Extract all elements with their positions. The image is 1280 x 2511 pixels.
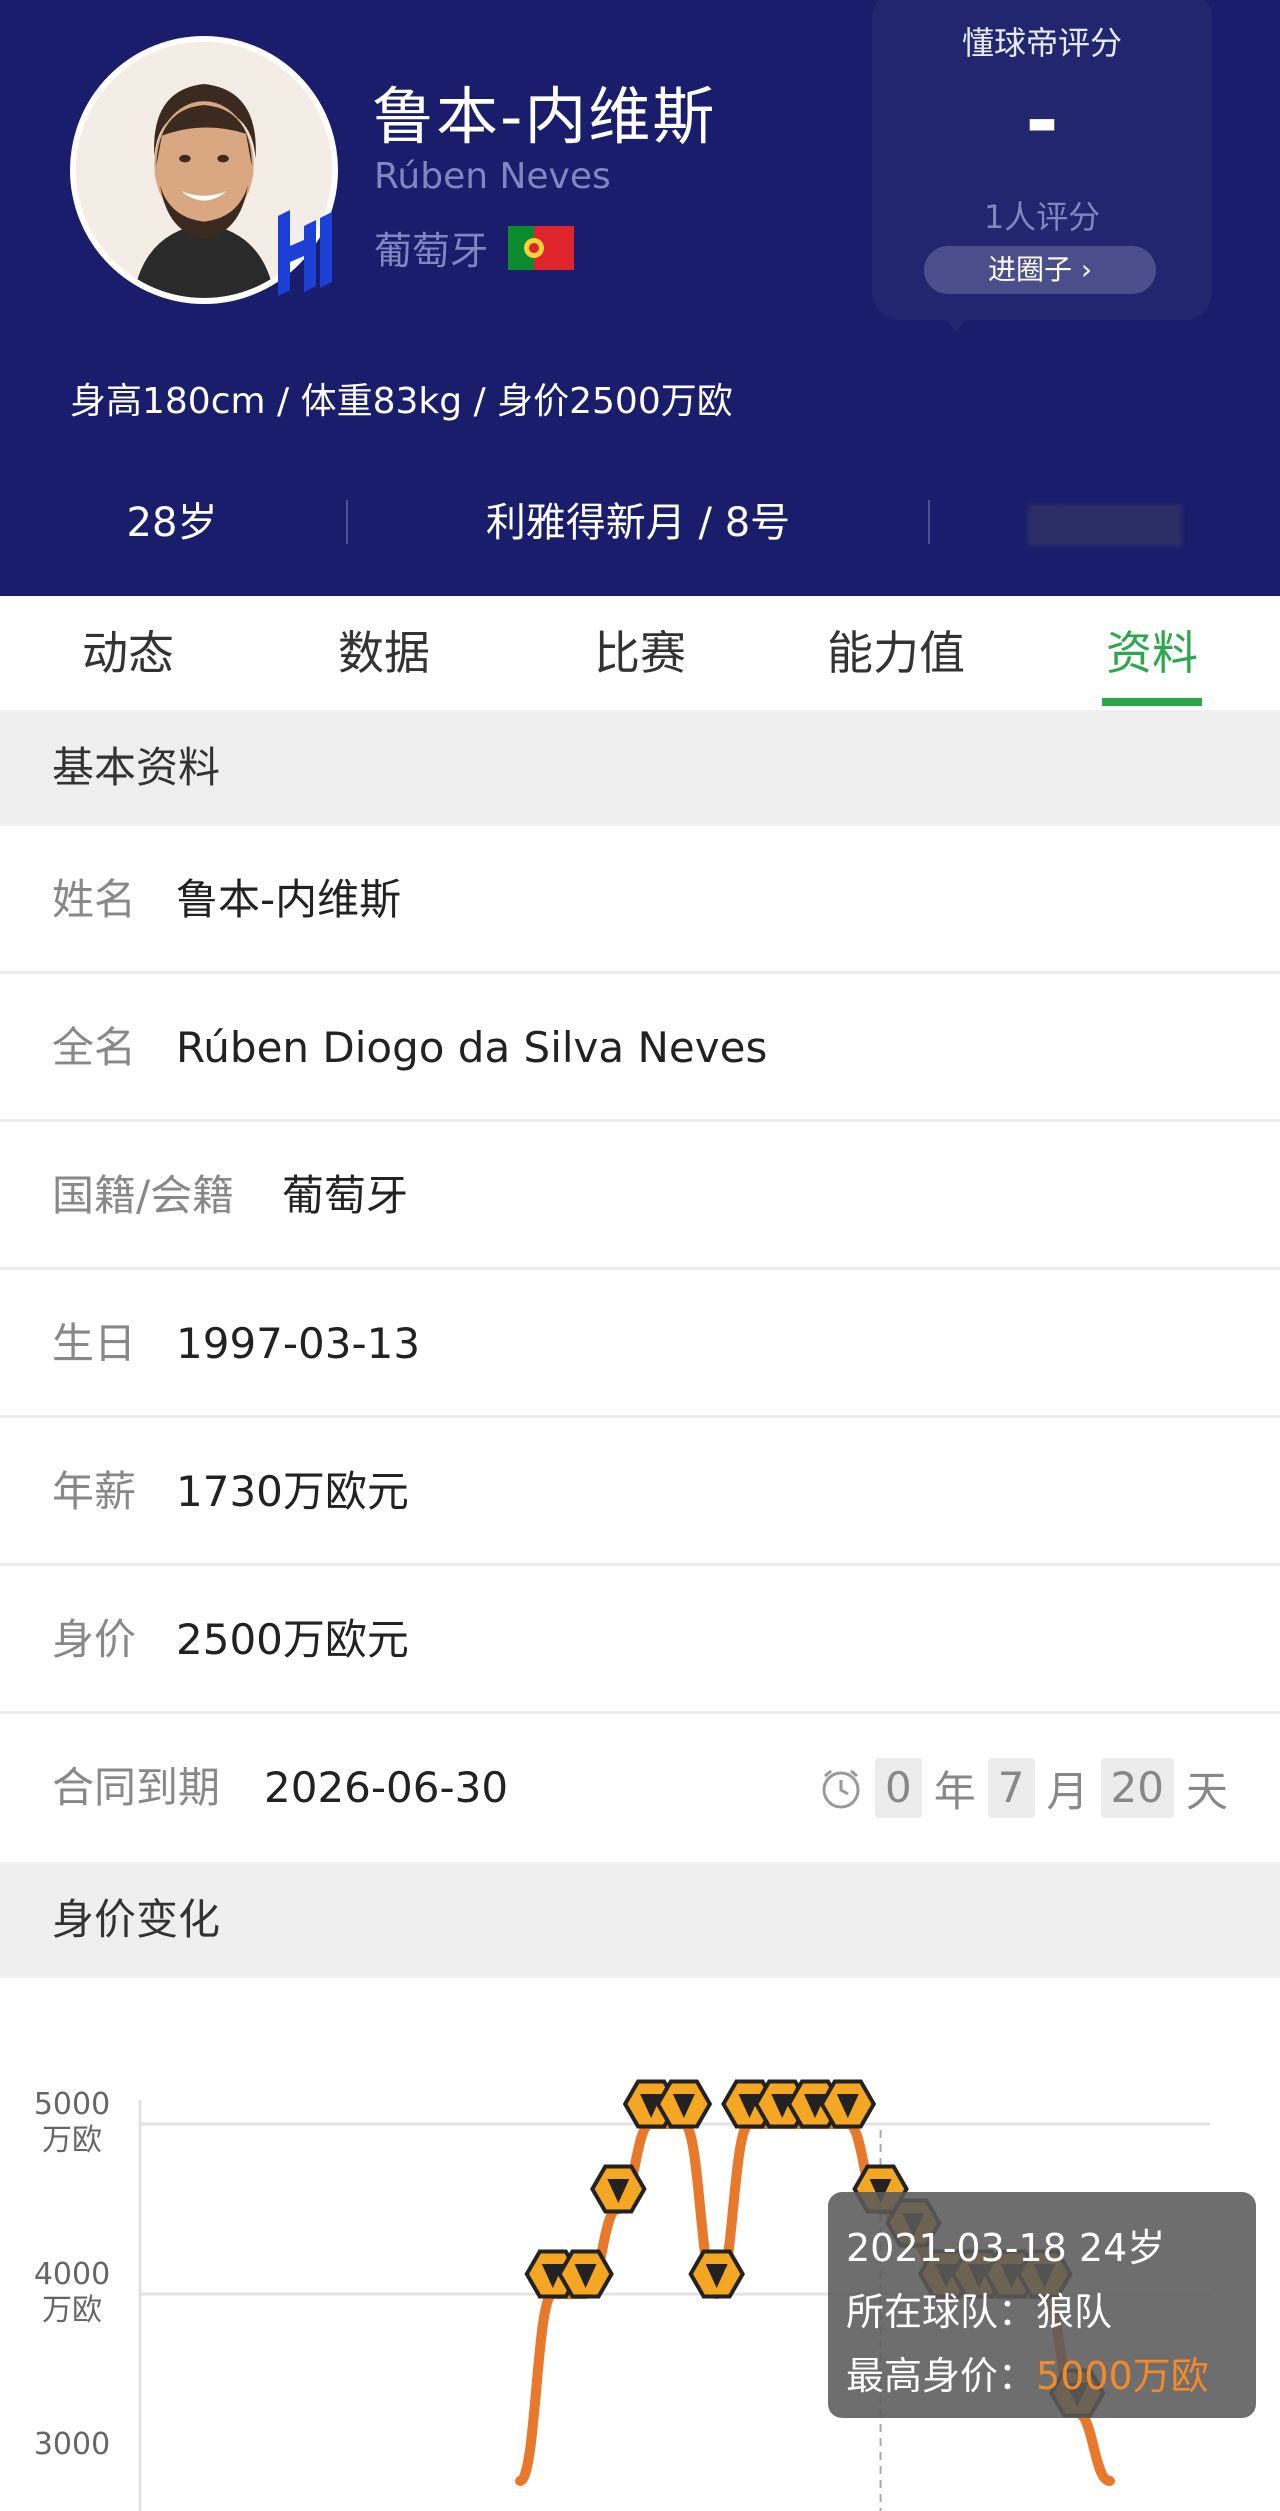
chart-tooltip: 2021-03-18 24岁 所在球队：狼队 最高身价：5000万欧 — [828, 2192, 1256, 2418]
countdown-month-unit: 月 — [1046, 1766, 1089, 1816]
y-tick-unit: 万欧 — [42, 2123, 102, 2158]
tab-profile[interactable]: 资料 — [1024, 596, 1280, 710]
tooltip-max-value: 5000万欧 — [1036, 2354, 1209, 2398]
row-label: 合同到期 — [52, 1763, 221, 1812]
rating-card-tail — [940, 312, 972, 332]
y-tick-label: 4000 — [34, 2257, 110, 2292]
countdown-months: 7 — [987, 1758, 1035, 1818]
countdown-year-unit: 年 — [933, 1766, 976, 1816]
tab-ability[interactable]: 能力值 — [768, 596, 1024, 710]
clock-icon — [822, 1769, 860, 1809]
rating-score: - — [1025, 74, 1059, 167]
info-row-nationality: 国籍/会籍 葡萄牙 — [0, 1122, 1280, 1270]
tooltip-team-label: 所在球队： — [846, 2290, 1037, 2334]
player-club-number[interactable]: 利雅得新月 / 8号 — [348, 488, 928, 558]
join-circle-button[interactable]: 进圈子 › — [924, 246, 1156, 294]
countdown-days: 20 — [1100, 1758, 1174, 1818]
player-meta-row: 28岁 利雅得新月 / 8号 ▇▇▇▇▇ — [0, 488, 1280, 558]
tooltip-max-label: 最高身价： — [846, 2354, 1037, 2398]
info-row-market-value: 身价 2500万欧元 — [0, 1566, 1280, 1714]
tab-news[interactable]: 动态 — [0, 596, 256, 710]
row-label: 全名 — [52, 1023, 137, 1072]
tooltip-team: 狼队 — [1036, 2290, 1113, 2334]
row-label: 姓名 — [52, 875, 137, 924]
player-age: 28岁 — [126, 500, 218, 546]
section-title: 基本资料 — [52, 743, 221, 792]
tooltip-date-age: 2021-03-18 24岁 — [846, 2226, 1166, 2270]
countdown-day-unit: 天 — [1185, 1766, 1228, 1816]
section-value-change: 身价变化 — [0, 1862, 1280, 1978]
rating-title: 懂球帝评分 — [961, 24, 1122, 62]
row-value: 1997-03-13 — [176, 1319, 421, 1368]
row-label: 身价 — [52, 1615, 137, 1664]
blurred-watermark: ▇▇▇▇▇ — [1028, 500, 1182, 546]
info-row-name: 姓名 鲁本-内维斯 — [0, 826, 1280, 974]
tab-stats[interactable]: 数据 — [256, 596, 512, 710]
row-label: 年薪 — [52, 1467, 137, 1516]
rating-card[interactable]: 懂球帝评分 - 1人评分 进圈子 › — [872, 0, 1212, 320]
row-value: 葡萄牙 — [282, 1171, 409, 1220]
row-value: Rúben Diogo da Silva Neves — [176, 1023, 768, 1072]
row-value: 1730万欧元 — [176, 1467, 409, 1516]
player-country-label: 葡萄牙 — [374, 229, 489, 273]
section-basic-info: 基本资料 — [0, 710, 1280, 826]
section-title: 身价变化 — [52, 1895, 221, 1944]
row-value: 鲁本-内维斯 — [176, 875, 402, 924]
row-label: 生日 — [52, 1319, 137, 1368]
player-country: 葡萄牙 — [374, 220, 575, 275]
info-row-full-name: 全名 Rúben Diogo da Silva Neves — [0, 974, 1280, 1122]
chevron-right-icon: › — [1080, 253, 1093, 286]
active-tab-indicator — [1102, 698, 1202, 706]
countdown-years: 0 — [875, 1758, 922, 1818]
tooltip-max-line: 最高身价：5000万欧 — [846, 2344, 1256, 2408]
y-tick-label: 3000 — [34, 2427, 110, 2462]
join-circle-label: 进圈子 — [987, 253, 1072, 286]
row-label: 国籍/会籍 — [52, 1171, 235, 1220]
player-header: 鲁本-内维斯 Rúben Neves 葡萄牙 身高180cm / 体重83kg … — [0, 0, 1280, 596]
tooltip-team-line: 所在球队：狼队 — [846, 2280, 1256, 2344]
rating-count: 1人评分 — [983, 198, 1101, 236]
y-tick-unit: 万欧 — [42, 2293, 102, 2328]
portugal-flag-icon — [508, 225, 575, 270]
info-row-salary: 年薪 1730万欧元 — [0, 1418, 1280, 1566]
y-tick-label: 5000 — [34, 2087, 110, 2122]
player-body-info: 身高180cm / 体重83kg / 身价2500万欧 — [70, 381, 733, 422]
club-logo-icon — [268, 206, 344, 296]
contract-countdown: 0 年 7 月 20 天 — [819, 1714, 1228, 1862]
row-value: 2026-06-30 — [264, 1763, 509, 1812]
row-value: 2500万欧元 — [176, 1615, 409, 1664]
tab-bar: 动态 数据 比赛 能力值 资料 — [0, 596, 1280, 710]
player-english-name: Rúben Neves — [374, 156, 611, 197]
player-name: 鲁本-内维斯 — [372, 80, 717, 153]
tab-matches[interactable]: 比赛 — [512, 596, 768, 710]
info-row-contract: 合同到期 2026-06-30 0 年 7 月 20 天 — [0, 1714, 1280, 1862]
info-row-birthday: 生日 1997-03-13 — [0, 1270, 1280, 1418]
